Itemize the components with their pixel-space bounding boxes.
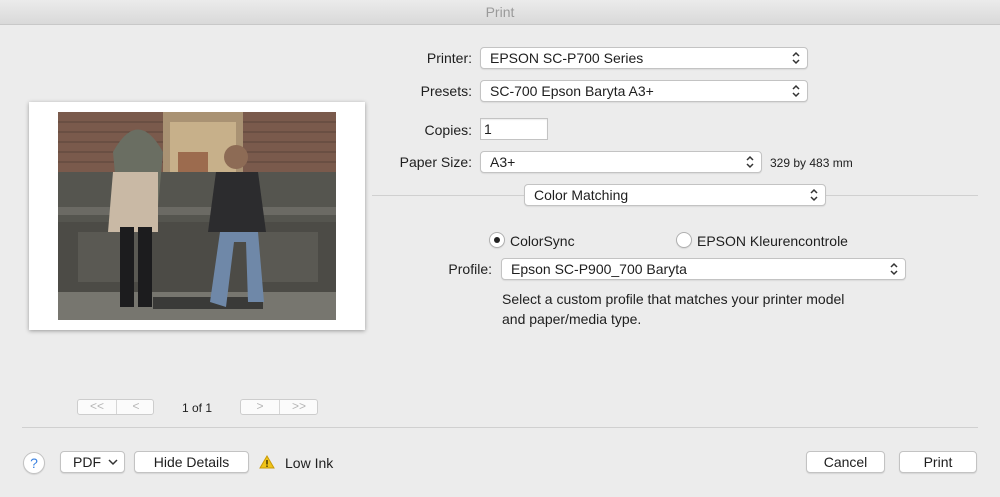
- epson-color-radio[interactable]: [676, 232, 692, 248]
- profile-description-line2: and paper/media type.: [502, 311, 642, 327]
- preview-photo: [58, 112, 336, 320]
- last-page-button[interactable]: >>: [280, 400, 318, 414]
- window-title: Print: [0, 0, 1000, 25]
- colorsync-radio[interactable]: [489, 232, 505, 248]
- copies-label: Copies:: [424, 122, 472, 138]
- updown-chevron-icon: [810, 188, 818, 202]
- pager-forward-group: > >>: [240, 399, 318, 415]
- cancel-button[interactable]: Cancel: [806, 451, 885, 473]
- preview-photo-image: [58, 112, 336, 320]
- printer-label: Printer:: [426, 50, 472, 66]
- low-ink-label[interactable]: Low Ink: [285, 455, 365, 471]
- presets-value: SC-700 Epson Baryta A3+: [490, 83, 654, 99]
- updown-chevron-icon: [792, 84, 800, 98]
- pdf-menu-button[interactable]: PDF: [60, 451, 125, 473]
- section-value: Color Matching: [534, 187, 629, 203]
- chevron-down-icon: [108, 459, 118, 466]
- pdf-label: PDF: [73, 454, 101, 470]
- profile-description-line1: Select a custom profile that matches you…: [502, 291, 845, 307]
- printer-value: EPSON SC-P700 Series: [490, 50, 644, 66]
- page-indicator: 1 of 1: [181, 401, 213, 415]
- previous-page-button[interactable]: <: [117, 400, 155, 414]
- help-button[interactable]: ?: [23, 452, 45, 474]
- updown-chevron-icon: [890, 262, 898, 276]
- paper-dimensions: 329 by 483 mm: [770, 156, 853, 170]
- presets-label: Presets:: [420, 83, 472, 99]
- pager-back-group: << <: [77, 399, 154, 415]
- updown-chevron-icon: [792, 51, 800, 65]
- hide-details-button[interactable]: Hide Details: [134, 451, 249, 473]
- printer-popup[interactable]: EPSON SC-P700 Series: [480, 47, 808, 69]
- section-popup[interactable]: Color Matching: [524, 184, 826, 206]
- updown-chevron-icon: [746, 155, 754, 169]
- profile-label: Profile:: [448, 261, 492, 277]
- paper-size-label: Paper Size:: [399, 154, 472, 170]
- next-page-button[interactable]: >: [241, 400, 279, 414]
- profile-value: Epson SC-P900_700 Baryta: [511, 261, 687, 277]
- presets-popup[interactable]: SC-700 Epson Baryta A3+: [480, 80, 808, 102]
- copies-field[interactable]: 1: [480, 118, 548, 140]
- first-page-button[interactable]: <<: [78, 400, 116, 414]
- footer-divider: [22, 427, 978, 428]
- colorsync-label[interactable]: ColorSync: [510, 233, 630, 249]
- epson-color-label[interactable]: EPSON Kleurencontrole: [697, 233, 897, 249]
- warning-triangle-icon: [259, 455, 275, 469]
- paper-size-value: A3+: [490, 154, 516, 170]
- profile-popup[interactable]: Epson SC-P900_700 Baryta: [501, 258, 906, 280]
- print-preview: [29, 102, 365, 330]
- paper-size-popup[interactable]: A3+: [480, 151, 762, 173]
- print-button[interactable]: Print: [899, 451, 977, 473]
